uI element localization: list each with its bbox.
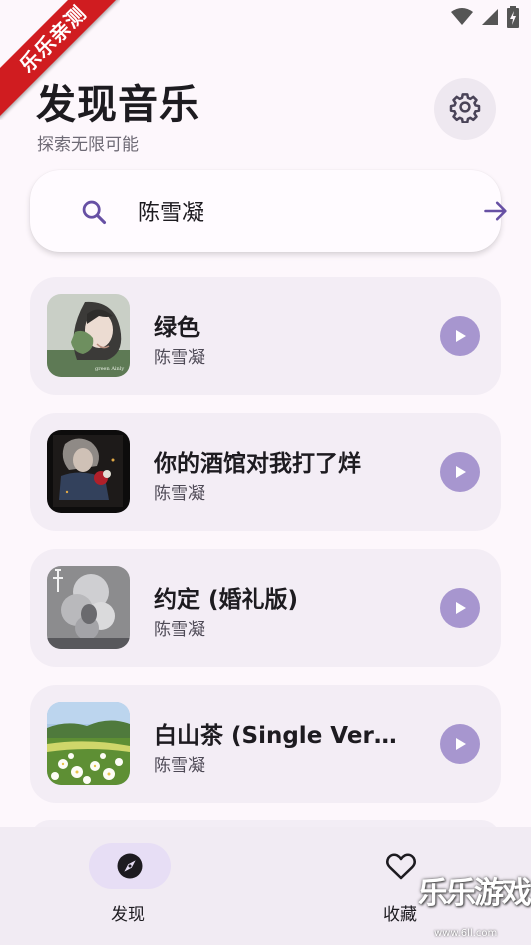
search-input[interactable] (138, 192, 458, 230)
site-watermark: 乐乐游戏 www.6ll.com (416, 868, 531, 945)
signal-icon (481, 8, 499, 30)
play-button[interactable] (440, 452, 480, 492)
watermark-url: www.6ll.com (434, 928, 498, 939)
search-submit-button[interactable] (482, 197, 510, 229)
play-button[interactable] (440, 588, 480, 628)
play-button[interactable] (440, 316, 480, 356)
song-title: 你的酒馆对我打了烊 (154, 451, 361, 477)
play-button[interactable] (440, 724, 480, 764)
song-card[interactable]: 约定 (婚礼版) 陈雪凝 (30, 549, 501, 667)
search-icon (80, 198, 108, 230)
heart-icon[interactable] (385, 851, 417, 885)
nav-label-discover: 发现 (111, 905, 145, 925)
album-cover (47, 566, 130, 649)
gear-icon (449, 91, 481, 127)
settings-button[interactable] (434, 78, 496, 140)
play-icon (456, 738, 466, 750)
nav-indicator[interactable] (89, 843, 171, 889)
battery-icon (507, 6, 519, 32)
song-title: 约定 (婚礼版) (154, 587, 299, 613)
song-card[interactable]: 你的酒馆对我打了烊 陈雪凝 (30, 413, 501, 531)
search-box[interactable] (30, 170, 507, 252)
wifi-icon (451, 8, 473, 30)
svg-text:green Ainly: green Ainly (95, 366, 124, 372)
play-icon (456, 330, 466, 342)
watermark-text: 乐乐游戏 (418, 876, 531, 911)
nav-label-favorites: 收藏 (383, 905, 417, 925)
arrow-right-icon (484, 201, 507, 221)
song-artist: 陈雪凝 (154, 756, 205, 776)
song-card[interactable]: 白山茶 (Single Versi… 陈雪凝 (30, 685, 501, 803)
song-title: 绿色 (154, 315, 200, 341)
promo-ribbon-text: 乐乐亲测 (0, 0, 120, 119)
song-card[interactable]: green Ainly 绿色 陈雪凝 (30, 277, 501, 395)
song-artist: 陈雪凝 (154, 348, 205, 368)
promo-ribbon: 乐乐亲测 (0, 0, 120, 120)
album-cover: green Ainly (47, 294, 130, 377)
compass-icon (117, 853, 143, 879)
song-artist: 陈雪凝 (154, 484, 205, 504)
song-artist: 陈雪凝 (154, 620, 205, 640)
play-icon (456, 602, 466, 614)
song-title: 白山茶 (Single Versi… (154, 723, 409, 749)
album-cover (47, 430, 130, 513)
status-icons (451, 6, 519, 32)
play-icon (456, 466, 466, 478)
album-cover (47, 702, 130, 785)
page-subtitle: 探索无限可能 (37, 135, 139, 155)
